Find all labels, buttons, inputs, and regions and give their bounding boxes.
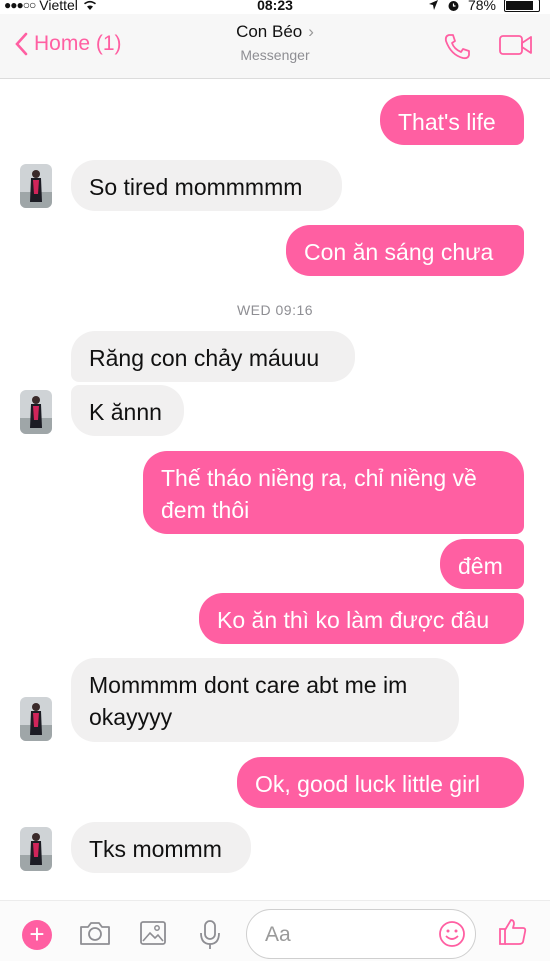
message-bubble-incoming[interactable]: Răng con chảy máuuu	[71, 331, 355, 382]
alarm-icon	[448, 0, 459, 11]
chevron-right-icon: ›	[308, 22, 314, 41]
thumbs-up-icon[interactable]	[497, 916, 529, 948]
location-icon	[428, 0, 438, 10]
contact-name: Con Béo	[236, 22, 303, 41]
avatar[interactable]	[20, 697, 52, 741]
plus-icon[interactable]: +	[22, 920, 52, 950]
battery-percent: 78%	[467, 0, 496, 13]
smiley-icon[interactable]	[437, 919, 467, 949]
status-right: 78%	[428, 0, 540, 13]
avatar[interactable]	[20, 390, 52, 434]
microphone-icon[interactable]	[198, 919, 222, 951]
message-bubble-incoming[interactable]: So tired mommmmm	[71, 160, 342, 211]
avatar[interactable]	[20, 827, 52, 871]
message-bubble-incoming[interactable]: K ănnn	[71, 385, 184, 436]
message-bubble-outgoing[interactable]: Con ăn sáng chưa	[286, 225, 524, 276]
message-bubble-outgoing[interactable]: Thế tháo niềng ra, chỉ niềng về đem thôi	[143, 451, 524, 534]
message-bubble-outgoing[interactable]: Ko ăn thì ko làm được đâu	[199, 593, 524, 644]
battery-icon	[504, 0, 540, 12]
status-bar: ●●●○○ Viettel 08:23 78%	[0, 0, 550, 14]
timestamp: WED 09:16	[236, 302, 314, 318]
message-bubble-outgoing[interactable]: Ok, good luck little girl	[237, 757, 524, 808]
message-bubble-outgoing[interactable]: That's life	[380, 95, 524, 145]
message-bubble-incoming[interactable]: Mommmm dont care abt me im okayyyy	[71, 658, 459, 742]
image-icon[interactable]	[138, 919, 168, 947]
header-actions	[442, 32, 534, 62]
message-bubble-incoming[interactable]: Tks mommm	[71, 822, 251, 873]
conversation-header: Home (1) Con Béo › Messenger	[0, 14, 550, 79]
avatar[interactable]	[20, 164, 52, 208]
message-bubble-outgoing[interactable]: đêm	[440, 539, 524, 589]
message-input-placeholder: Aa	[265, 923, 291, 946]
composer-bar: + Aa	[0, 900, 550, 961]
camera-icon[interactable]	[78, 919, 112, 947]
message-input[interactable]: Aa	[246, 909, 476, 959]
phone-icon[interactable]	[442, 32, 472, 62]
video-icon[interactable]	[498, 32, 534, 58]
